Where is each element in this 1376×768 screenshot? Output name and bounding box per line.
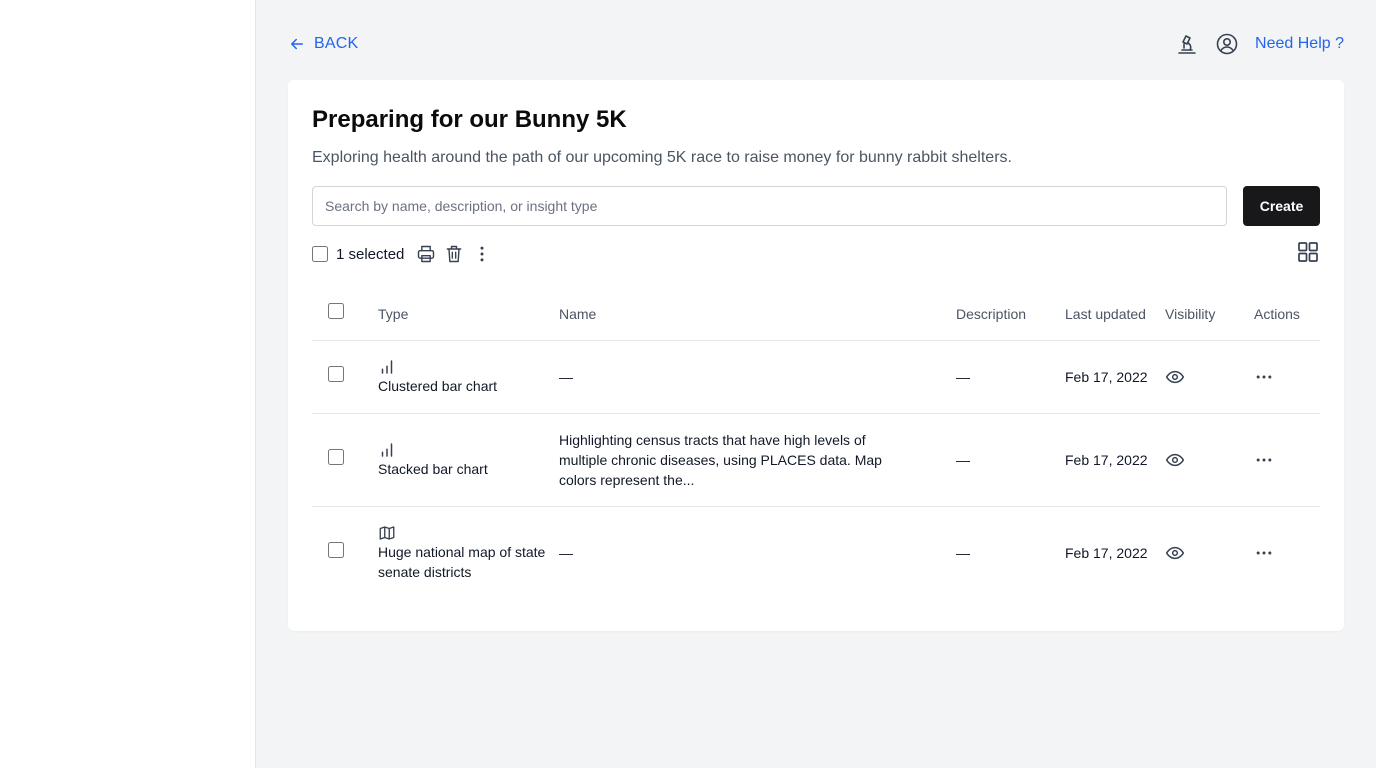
row-name: — [559, 544, 573, 561]
row-name: Highlighting census tracts that have hig… [559, 413, 956, 507]
row-description: — [956, 340, 1065, 414]
select-all-checkbox[interactable] [328, 303, 344, 320]
insights-card: Preparing for our Bunny 5K Exploring hea… [288, 80, 1344, 631]
search-row: Create [312, 186, 1320, 226]
row-description: — [956, 413, 1065, 507]
bulk-select-checkbox[interactable] [312, 246, 328, 262]
more-vertical-icon[interactable] [468, 242, 496, 266]
map-icon [378, 524, 559, 542]
column-header-description[interactable]: Description [956, 288, 1065, 341]
eye-icon[interactable] [1165, 450, 1254, 470]
user-circle-icon[interactable] [1215, 32, 1239, 56]
insights-table: Type Name Description Last updated Visib… [312, 288, 1320, 599]
row-type: Stacked bar chart [378, 460, 488, 477]
column-header-type[interactable]: Type [378, 288, 559, 341]
sidebar [0, 0, 256, 768]
row-name: — [559, 340, 956, 414]
table-row[interactable]: Stacked bar chart Highlighting census tr… [312, 413, 1320, 507]
trash-icon[interactable] [440, 242, 468, 266]
more-horizontal-icon[interactable] [1254, 367, 1320, 387]
back-label: BACK [314, 35, 359, 52]
table-row[interactable]: Huge national map of state senate distri… [312, 506, 1320, 599]
page-title: Preparing for our Bunny 5K [312, 106, 627, 133]
arrow-left-icon [291, 38, 303, 50]
selected-count: 1 selected [336, 245, 405, 263]
print-icon[interactable] [412, 242, 440, 266]
table-row[interactable]: Clustered bar chart — — Feb 17, 2022 [312, 340, 1320, 414]
row-checkbox[interactable] [328, 542, 344, 559]
back-button[interactable]: BACK [288, 35, 358, 53]
bulk-toolbar: 1 selected [312, 240, 1320, 269]
header-actions: Need Help ? [1175, 32, 1344, 56]
more-horizontal-icon[interactable] [1254, 543, 1320, 563]
row-last-updated: Feb 17, 2022 [1065, 340, 1165, 414]
more-horizontal-icon[interactable] [1254, 450, 1320, 470]
table-header-row: Type Name Description Last updated Visib… [312, 288, 1320, 341]
eye-icon[interactable] [1165, 367, 1254, 387]
column-header-last-updated[interactable]: Last updated [1065, 288, 1165, 341]
row-checkbox[interactable] [328, 449, 344, 465]
row-checkbox[interactable] [328, 366, 344, 382]
grid-view-icon[interactable] [1296, 240, 1320, 269]
column-header-visibility[interactable]: Visibility [1165, 288, 1254, 341]
row-type: Huge national map of state senate distri… [378, 543, 546, 580]
row-type: Clustered bar chart [378, 377, 498, 394]
search-input[interactable] [312, 186, 1227, 226]
row-last-updated: Feb 17, 2022 [1065, 413, 1165, 507]
topbar: BACK Need Help ? [288, 0, 1344, 80]
column-header-actions: Actions [1254, 288, 1320, 341]
bar-chart-icon [378, 358, 559, 376]
need-help-link[interactable]: Need Help ? [1255, 35, 1344, 53]
row-last-updated: Feb 17, 2022 [1065, 544, 1148, 561]
bar-chart-icon [378, 441, 559, 459]
create-button[interactable]: Create [1243, 186, 1320, 226]
row-description: — [956, 544, 970, 561]
main-content: BACK Need Help ? Preparing for our Bunny… [288, 0, 1344, 631]
eye-icon[interactable] [1165, 543, 1254, 563]
column-header-name[interactable]: Name [559, 288, 956, 341]
page-subtitle: Exploring health around the path of our … [312, 149, 1012, 166]
microscope-icon[interactable] [1175, 32, 1199, 56]
